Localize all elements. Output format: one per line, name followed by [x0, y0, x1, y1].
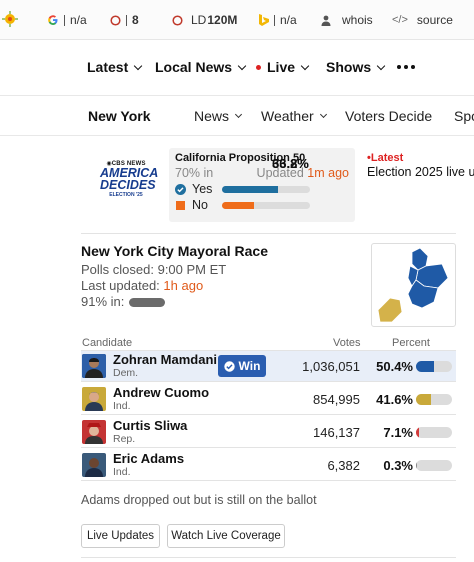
nav-label: Latest	[87, 59, 129, 75]
col-votes: Votes	[333, 337, 361, 349]
chevron-down-icon	[300, 61, 310, 70]
nav-sports[interactable]: Spo	[454, 108, 474, 124]
secondary-nav: New York News Weather Voters Decide Spo	[0, 96, 474, 219]
chevron-down-icon	[234, 110, 243, 119]
nav-voters-decide[interactable]: Voters Decide	[345, 108, 432, 124]
avatar	[82, 453, 106, 477]
circle-o-icon	[110, 14, 121, 26]
square-icon	[176, 200, 185, 210]
candidate-votes: 6,382	[327, 458, 360, 473]
check-circle-icon	[175, 183, 186, 195]
chevron-down-icon	[133, 61, 143, 70]
live-updates-button[interactable]: Live Updates	[81, 524, 160, 548]
candidate-percent: 7.1%	[383, 425, 413, 440]
divider	[81, 557, 456, 558]
chevron-down-icon	[319, 110, 327, 119]
percent-bar	[416, 361, 452, 372]
race-note: Adams dropped out but is still on the ba…	[81, 493, 317, 507]
divider	[81, 233, 456, 234]
candidate-name: Andrew Cuomo	[113, 385, 210, 400]
candidate-votes: 854,995	[313, 392, 360, 407]
candidate-party: Ind.	[113, 400, 131, 412]
watch-live-coverage-button[interactable]: Watch Live Coverage	[167, 524, 285, 548]
win-badge: Win	[218, 355, 266, 377]
chevron-down-icon	[376, 61, 386, 70]
avatar	[82, 354, 106, 378]
latest-teaser[interactable]: •Latest Election 2025 live u	[367, 152, 474, 179]
seo-google-metric[interactable]: n/a	[47, 13, 87, 27]
check-circle-icon	[223, 360, 235, 372]
seo-ld-metric[interactable]: LD 120M	[172, 13, 237, 27]
primary-nav: Latest Local News Live Shows	[0, 40, 474, 96]
candidate-party: Rep.	[113, 433, 136, 445]
live-dot-icon	[256, 64, 261, 70]
nyc-borough-map[interactable]	[371, 243, 456, 327]
latest-label: •Latest	[367, 152, 404, 164]
reporting-pill	[129, 298, 166, 308]
candidate-row[interactable]: Andrew Cuomo Ind. 854,995 41.6%	[81, 384, 456, 415]
candidate-percent: 50.4%	[376, 359, 413, 374]
candidate-name: Eric Adams	[113, 451, 185, 466]
nav-shows[interactable]: Shows	[326, 59, 386, 75]
avatar	[82, 420, 106, 444]
seo-source-link[interactable]: </> source	[392, 13, 453, 27]
circle-o-icon	[172, 14, 183, 26]
avatar	[82, 387, 106, 411]
seo-links-metric[interactable]: 8	[110, 13, 139, 27]
more-dots-icon	[397, 65, 415, 69]
prop50-reporting: 70% in	[175, 166, 214, 180]
nav-local-news[interactable]: Local News	[155, 59, 247, 75]
nav-label: Local News	[155, 59, 233, 75]
code-icon: </>	[392, 14, 408, 26]
prop50-no-row: No 36.2%	[175, 156, 349, 212]
nav-label: Shows	[326, 59, 372, 75]
nav-new-york[interactable]: New York	[88, 108, 151, 124]
chevron-down-icon	[237, 61, 247, 70]
candidate-party: Ind.	[113, 466, 131, 478]
seo-toolbar: n/a 8 LD 120M n/a whois </> source	[0, 0, 474, 40]
google-g-icon	[48, 15, 58, 25]
nav-latest[interactable]: Latest	[87, 59, 143, 75]
percent-bar	[416, 460, 452, 471]
latest-headline: Election 2025 live u	[367, 165, 474, 179]
seo-bing-metric[interactable]: n/a	[258, 13, 297, 27]
more-menu-button[interactable]	[397, 65, 415, 69]
prop50-yes-row: Yes 63.8%	[175, 156, 349, 196]
candidate-percent: 0.3%	[383, 458, 413, 473]
nav-label: Live	[267, 59, 296, 75]
col-percent: Percent	[392, 337, 430, 349]
candidate-party: Dem.	[113, 367, 139, 379]
person-icon	[321, 15, 331, 26]
candidate-votes: 1,036,051	[302, 359, 360, 374]
candidate-row[interactable]: Curtis Sliwa Rep. 146,137 7.1%	[81, 417, 456, 448]
nav-news[interactable]: News	[194, 108, 243, 124]
candidate-row[interactable]: Zohran Mamdani Dem. Win 1,036,051 50.4%	[81, 351, 456, 382]
prop50-card[interactable]: California Proposition 50 70% in Updated…	[169, 148, 355, 222]
bing-icon	[259, 14, 269, 26]
candidate-row[interactable]: Eric Adams Ind. 6,382 0.3%	[81, 450, 456, 481]
col-candidate: Candidate	[82, 337, 133, 349]
prop50-title: California Proposition 50	[175, 152, 306, 164]
candidate-name: Zohran Mamdani	[113, 352, 218, 367]
america-decides-logo[interactable]: ◉CBS NEWS AMERICA DECIDES ELECTION '25	[100, 160, 158, 208]
seo-whois-link[interactable]: whois	[321, 13, 373, 27]
percent-bar	[416, 394, 452, 405]
candidate-percent: 41.6%	[376, 392, 413, 407]
nav-weather[interactable]: Weather	[261, 108, 327, 124]
percent-bar	[416, 427, 452, 438]
seo-logo-icon[interactable]	[2, 11, 18, 32]
candidate-votes: 146,137	[313, 425, 360, 440]
candidate-name: Curtis Sliwa	[113, 418, 188, 433]
nav-live[interactable]: Live	[256, 59, 310, 75]
